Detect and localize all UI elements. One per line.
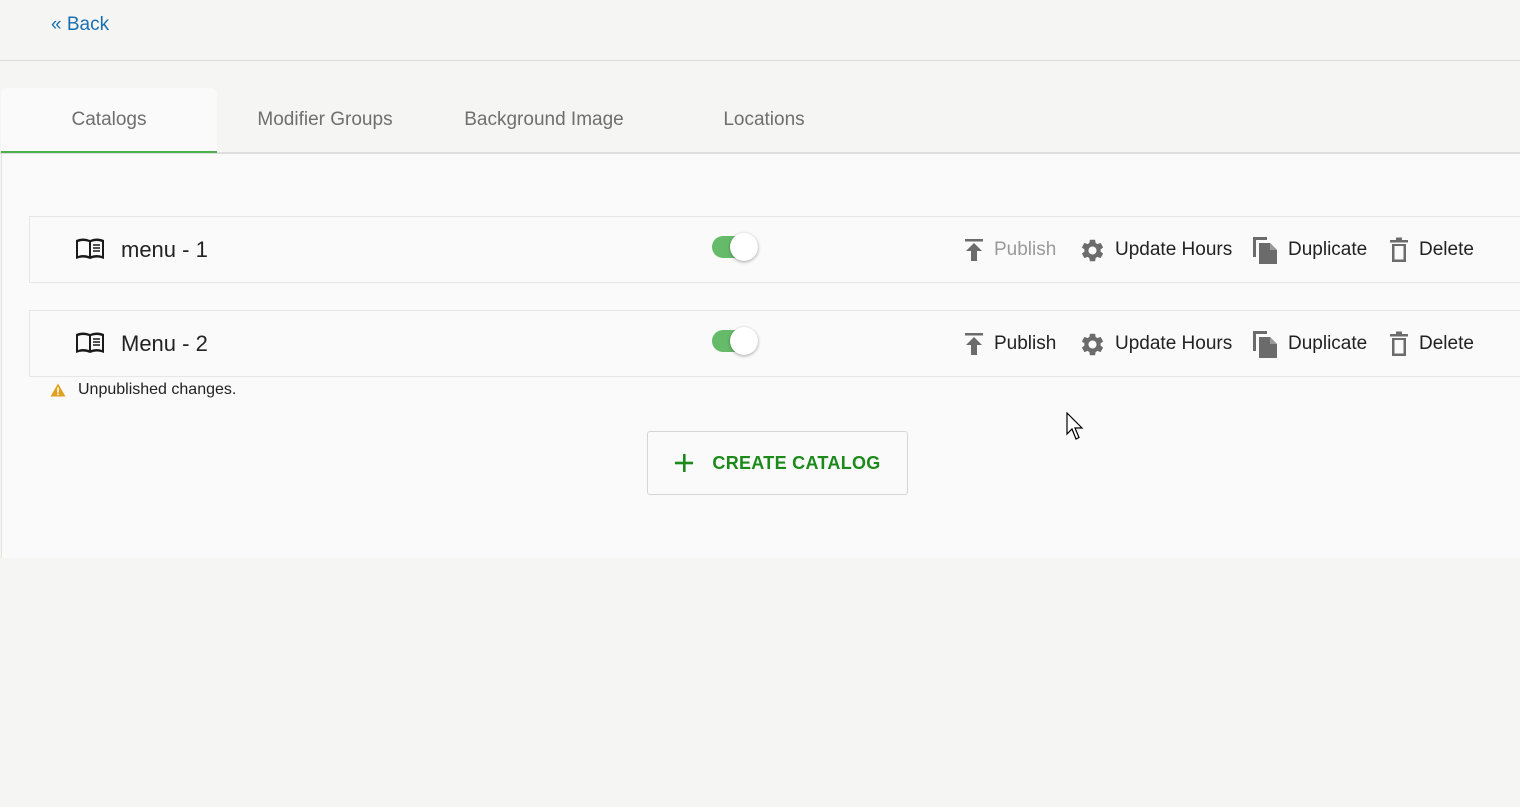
catalog-enabled-toggle[interactable] [712,233,758,261]
duplicate-button[interactable]: Duplicate [1251,329,1367,359]
delete-label: Delete [1419,239,1474,260]
duplicate-icon [1253,237,1277,264]
tab-bar: Catalogs Modifier Groups Background Imag… [0,88,1520,154]
update-hours-label: Update Hours [1115,333,1233,354]
warning-icon [50,383,66,397]
update-hours-button[interactable]: Update Hours [1079,329,1232,359]
update-hours-button[interactable]: Update Hours [1079,235,1232,265]
publish-icon [965,239,983,261]
create-catalog-button[interactable]: CREATE CATALOG [647,431,908,495]
duplicate-label: Duplicate [1288,333,1368,354]
publish-label: Publish [994,239,1057,260]
tab-catalogs[interactable]: Catalogs [1,88,217,153]
trash-icon [1390,331,1408,356]
gear-icon [1081,239,1104,261]
create-catalog-label: CREATE CATALOG [712,452,881,473]
mouse-cursor-icon [1066,412,1084,440]
gear-icon [1081,333,1104,355]
publish-button[interactable]: Publish [963,235,1056,265]
catalog-row: menu - 1 Publish Update Hours Duplicate … [29,216,1520,283]
delete-button[interactable]: Delete [1388,235,1474,265]
catalog-row: Menu - 2 Publish Update Hours Duplicate … [29,310,1520,377]
duplicate-button[interactable]: Duplicate [1251,235,1367,265]
tab-modifier-groups[interactable]: Modifier Groups [217,88,433,152]
book-open-icon [76,238,104,259]
book-open-icon [76,332,104,353]
catalog-enabled-toggle[interactable] [712,327,758,355]
duplicate-icon [1253,331,1277,358]
warning-text: Unpublished changes. [78,381,237,398]
toggle-knob [730,233,758,261]
catalogs-panel: menu - 1 Publish Update Hours Duplicate … [1,154,1520,558]
trash-icon [1390,237,1408,262]
unpublished-warning: Unpublished changes. [50,381,236,399]
plus-icon [675,454,694,472]
publish-button[interactable]: Publish [963,329,1056,359]
toggle-knob [730,327,758,355]
delete-label: Delete [1419,333,1474,354]
delete-button[interactable]: Delete [1388,329,1474,359]
update-hours-label: Update Hours [1115,239,1233,260]
back-link[interactable]: « Back [51,14,109,36]
catalog-name: Menu - 2 [121,331,208,356]
duplicate-label: Duplicate [1288,239,1368,260]
catalog-name: menu - 1 [121,237,208,262]
publish-icon [965,333,983,355]
top-bar: « Back [0,0,1520,61]
tab-locations[interactable]: Locations [656,88,872,152]
publish-label: Publish [994,333,1057,354]
tab-background-image[interactable]: Background Image [436,88,652,152]
